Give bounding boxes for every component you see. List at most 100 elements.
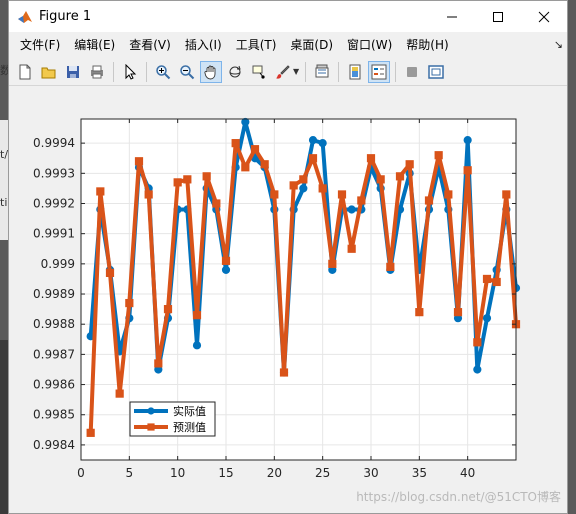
data-point (134, 157, 144, 166)
link-plot-button[interactable] (311, 61, 333, 83)
data-point (434, 151, 443, 160)
hide-plot-tools-button[interactable] (401, 61, 423, 83)
save-button[interactable] (62, 61, 84, 83)
x-tick-label: 0 (77, 466, 85, 480)
menu-window[interactable]: 窗口(W) (340, 32, 399, 58)
y-tick-label: 0.999 (41, 257, 75, 271)
new-file-icon (19, 64, 31, 79)
background-text-fragment: ti (0, 196, 8, 209)
data-point (473, 365, 482, 374)
show-plot-tools-button[interactable] (425, 61, 447, 83)
data-cursor-button[interactable] (248, 61, 270, 83)
data-cursor-icon (252, 65, 265, 79)
data-point (96, 187, 105, 196)
menu-tools[interactable]: 工具(T) (229, 32, 284, 58)
print-button[interactable] (86, 61, 108, 83)
open-file-button[interactable] (38, 61, 60, 83)
toolbar-separator (395, 61, 397, 82)
data-point (463, 136, 472, 145)
edit-plot-button[interactable] (119, 61, 141, 83)
data-point (279, 368, 289, 377)
data-point (105, 268, 115, 278)
close-icon (538, 11, 550, 22)
data-point (405, 160, 414, 169)
legend-marker (147, 407, 155, 415)
toolbar-separator (113, 61, 114, 82)
menu-help[interactable]: 帮助(H) (399, 32, 455, 58)
data-point (241, 163, 250, 172)
rotate-3d-button[interactable] (224, 61, 246, 83)
colorbar-button[interactable] (344, 61, 366, 83)
background-text-fragment: t/ (0, 148, 9, 161)
x-tick-label: 15 (218, 466, 233, 480)
data-point (270, 190, 279, 199)
data-point (289, 181, 298, 190)
data-point (212, 199, 221, 208)
data-point (502, 190, 511, 199)
menu-view[interactable]: 查看(V) (122, 32, 178, 58)
x-tick-label: 10 (170, 466, 185, 480)
y-tick-label: 0.9987 (33, 347, 75, 361)
data-point (424, 196, 434, 205)
menu-edit[interactable]: 编辑(E) (67, 32, 122, 58)
colorbar-icon (349, 64, 361, 79)
title-bar[interactable]: Figure 1 (9, 1, 567, 32)
data-point (202, 172, 211, 181)
legend-label-1: 实际值 (173, 404, 206, 418)
data-point (463, 166, 472, 175)
data-point (337, 190, 347, 199)
data-point (308, 154, 318, 163)
new-figure-button[interactable] (14, 61, 36, 83)
figure-canvas[interactable]: 0 5 10 15 20 25 30 35 40 0.9984 0.9985 0.9986 0.9987… (9, 87, 568, 514)
data-point (473, 338, 482, 347)
data-point (357, 196, 366, 205)
link-plot-icon (315, 64, 329, 77)
zoom-in-icon (156, 64, 171, 79)
minimize-button[interactable] (429, 1, 475, 32)
zoom-out-button[interactable] (176, 61, 198, 83)
pointer-arrow-icon (125, 63, 137, 80)
x-tick-label: 40 (460, 466, 475, 480)
pan-button[interactable] (200, 60, 222, 83)
data-point (125, 298, 134, 308)
y-tick-label: 0.9991 (33, 227, 75, 241)
close-button[interactable] (521, 1, 567, 32)
data-point (318, 184, 327, 193)
data-point (482, 314, 492, 323)
data-point (482, 274, 492, 284)
legend-button[interactable] (368, 60, 391, 83)
folder-open-icon (41, 67, 56, 78)
y-tick-label: 0.9988 (33, 317, 75, 331)
hand-pan-icon (204, 65, 216, 79)
show-tools-icon (428, 64, 444, 79)
zoom-in-button[interactable] (152, 61, 174, 83)
data-point (192, 311, 202, 320)
legend-label-2: 预测值 (173, 421, 206, 434)
data-point (453, 308, 463, 317)
dock-arrow-icon[interactable]: ↘ (554, 38, 563, 51)
brush-dropdown-icon[interactable]: ▼ (293, 67, 299, 76)
line-chart[interactable]: 0 5 10 15 20 25 30 35 40 0.9984 0.9985 0.9986 0.9987… (9, 87, 568, 514)
data-point (154, 359, 163, 368)
data-point (308, 136, 318, 145)
menu-insert[interactable]: 插入(I) (178, 32, 229, 58)
data-point (260, 160, 269, 169)
toolbar-separator (338, 61, 340, 82)
x-tick-label: 30 (363, 466, 378, 480)
watermark-text: https://blog.csdn.net/@51CTO博客 (356, 490, 561, 504)
brush-button[interactable] (272, 61, 294, 83)
data-point (395, 172, 405, 181)
data-point (173, 178, 182, 187)
save-icon (67, 65, 79, 78)
hide-tools-icon (407, 66, 418, 77)
data-point (415, 308, 424, 317)
data-point (183, 175, 192, 184)
menu-file[interactable]: 文件(F) (13, 32, 67, 58)
menu-desktop[interactable]: 桌面(D) (283, 32, 340, 58)
figure-window: Figure 1 文件(F) 编辑(E) 查看(V) 插入(I) 工具(T) 桌… (8, 0, 568, 514)
maximize-icon (493, 11, 503, 22)
x-tick-label: 20 (267, 466, 282, 480)
data-point (299, 184, 308, 193)
y-tick-label: 0.9994 (33, 136, 75, 150)
maximize-button[interactable] (475, 1, 521, 32)
